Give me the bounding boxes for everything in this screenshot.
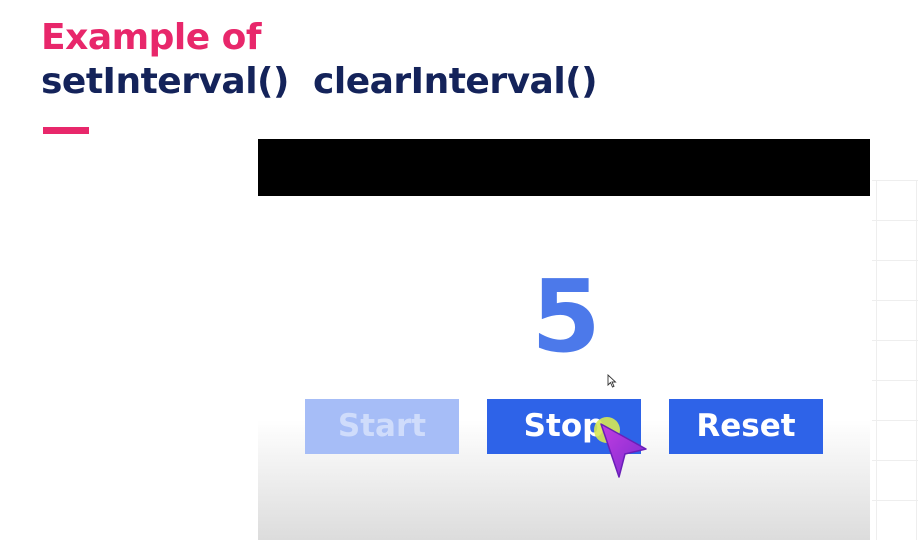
demo-window: 5 Start Stop Reset [258,139,870,540]
title-example-of: Example of [41,17,262,58]
title-methods: setInterval() clearInterval() [41,60,598,102]
counter-display: 5 [531,258,601,375]
demo-header-bar [258,139,870,196]
slide-title: Example of setInterval() clearInterval() [41,17,598,102]
mouse-pointer-icon [607,374,617,388]
title-underline [43,127,89,134]
background-grid [872,180,918,540]
start-button[interactable]: Start [305,399,459,454]
pointer-arrow-icon [600,423,647,478]
reset-button[interactable]: Reset [669,399,823,454]
